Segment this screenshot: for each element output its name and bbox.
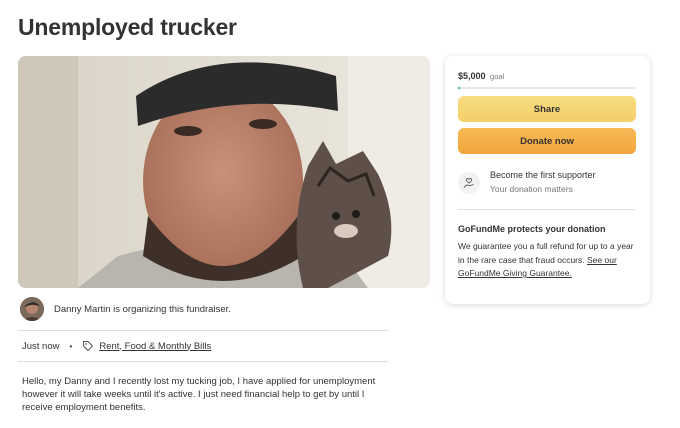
supporter-title: Become the first supporter xyxy=(490,170,596,180)
tag-icon xyxy=(83,341,94,352)
campaign-story: Hello, my Danny and I recently lost my t… xyxy=(22,376,376,413)
campaign-meta: Just now • Rent, Food & Monthly Bills xyxy=(22,339,211,353)
first-supporter-prompt: Become the first supporter Your donation… xyxy=(458,168,596,196)
protection-title: GoFundMe protects your donation xyxy=(458,224,606,234)
organizer-row: Danny Martin is organizing this fundrais… xyxy=(20,297,388,321)
organizer-avatar[interactable] xyxy=(20,297,44,321)
campaign-photo[interactable] xyxy=(18,56,430,288)
goal-progress-bar xyxy=(458,87,636,89)
created-time: Just now xyxy=(22,340,60,352)
divider-bottom xyxy=(18,361,388,362)
divider-top xyxy=(18,330,388,331)
campaign-photo-image xyxy=(18,56,430,288)
donation-card: $5,000 goal Share Donate now Become the … xyxy=(445,56,650,304)
goal-progress-fill xyxy=(458,87,460,89)
supporter-subtitle: Your donation matters xyxy=(490,184,573,194)
goal-label: goal xyxy=(490,72,505,81)
donate-now-button[interactable]: Donate now xyxy=(458,128,636,154)
category-link[interactable]: Rent, Food & Monthly Bills xyxy=(99,341,211,352)
hand-heart-icon xyxy=(458,172,480,194)
protection-text: We guarantee you a full refund for up to… xyxy=(458,240,640,281)
goal-summary: $5,000 goal xyxy=(458,71,504,81)
meta-separator: • xyxy=(69,341,73,351)
organizer-text: Danny Martin is organizing this fundrais… xyxy=(54,303,231,315)
share-button[interactable]: Share xyxy=(458,96,636,122)
campaign-title: Unemployed trucker xyxy=(18,14,237,40)
goal-amount: $5,000 xyxy=(458,71,486,81)
card-divider xyxy=(458,209,636,210)
